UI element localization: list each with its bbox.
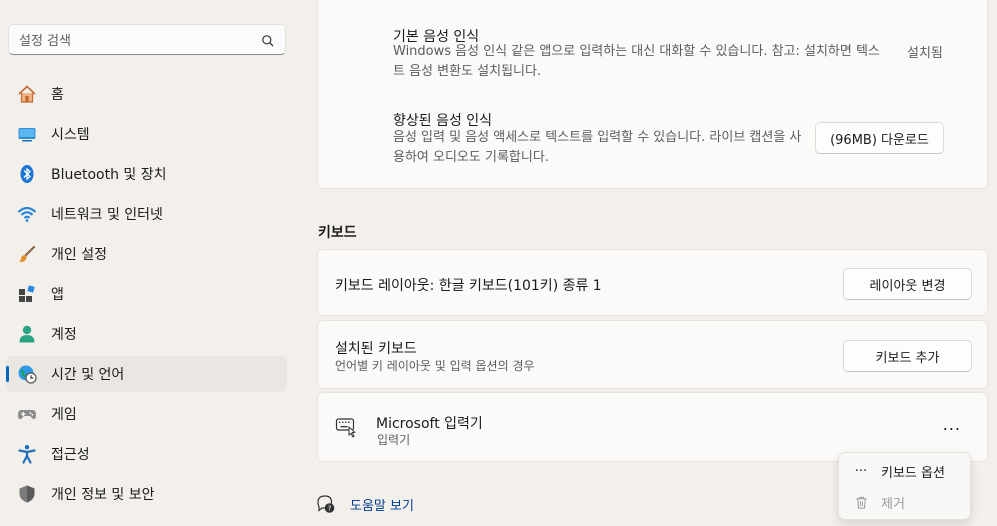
bluetooth-icon <box>17 164 37 184</box>
sidebar-item-accounts[interactable]: 계정 <box>6 316 287 352</box>
more-options-button[interactable]: ... <box>943 415 961 434</box>
installed-keyboards-subtitle: 언어별 키 레이아웃 및 입력 옵션의 경우 <box>335 359 535 373</box>
search-input[interactable]: 설정 검색 <box>19 30 261 49</box>
menu-item-keyboard-options[interactable]: ··· 키보드 옵션 <box>851 459 945 483</box>
sidebar-item-label: 개인 설정 <box>51 247 107 263</box>
gamepad-icon <box>17 404 37 424</box>
sidebar-item-time-language[interactable]: 시간 및 언어 <box>6 356 287 392</box>
sidebar-item-accessibility[interactable]: 접근성 <box>6 436 287 472</box>
account-icon <box>17 324 37 344</box>
search-icon[interactable] <box>261 33 275 47</box>
sidebar-item-personalization[interactable]: 개인 설정 <box>6 236 287 272</box>
sidebar-item-gaming[interactable]: 게임 <box>6 396 287 432</box>
sidebar-item-label: 개인 정보 및 보안 <box>51 487 155 503</box>
more-horizontal-icon: ··· <box>854 463 868 479</box>
menu-item-label: 키보드 옵션 <box>881 465 945 481</box>
keyboard-section-title: 키보드 <box>318 225 357 241</box>
sidebar: 설정 검색 홈 시스템 Bluetooth 및 장치 네트워크 및 인터넷 개인… <box>0 0 300 526</box>
sidebar-item-system[interactable]: 시스템 <box>6 116 287 152</box>
nav-list: 홈 시스템 Bluetooth 및 장치 네트워크 및 인터넷 개인 설정 앱 … <box>6 76 287 516</box>
sidebar-item-label: 시간 및 언어 <box>51 367 125 383</box>
change-layout-button[interactable]: 레이아웃 변경 <box>843 268 972 300</box>
add-keyboard-button[interactable]: 키보드 추가 <box>843 340 972 372</box>
globe-clock-icon <box>17 364 37 384</box>
sidebar-item-network[interactable]: 네트워크 및 인터넷 <box>6 196 287 232</box>
system-icon <box>17 124 37 144</box>
basic-speech-description: Windows 음성 인식 같은 앱으로 입력하는 대신 대화할 수 있습니다.… <box>393 42 883 82</box>
sidebar-item-label: 네트워크 및 인터넷 <box>51 207 163 223</box>
sidebar-item-label: 시스템 <box>51 127 90 143</box>
sidebar-item-apps[interactable]: 앱 <box>6 276 287 312</box>
sidebar-item-privacy-security[interactable]: 개인 정보 및 보안 <box>6 476 287 512</box>
keyboard-layout-card: 키보드 레이아웃: 한글 키보드(101키) 종류 1 레이아웃 변경 <box>317 249 988 316</box>
help-link[interactable]: ? 도움말 보기 <box>316 494 414 514</box>
ime-title: Microsoft 입력기 <box>376 416 483 432</box>
shield-icon <box>17 484 37 504</box>
ime-subtitle: 입력기 <box>377 433 411 447</box>
svg-text:?: ? <box>328 505 332 513</box>
enhanced-speech-description: 음성 입력 및 음성 액세스로 텍스트를 입력할 수 있습니다. 라이브 캡션을… <box>393 130 802 165</box>
accessibility-icon <box>17 444 37 464</box>
installed-keyboards-title: 설치된 키보드 <box>335 341 417 357</box>
help-icon: ? <box>316 494 336 514</box>
brush-icon <box>17 244 37 264</box>
apps-icon <box>17 284 37 304</box>
menu-item-label: 제거 <box>881 496 905 512</box>
home-icon <box>17 84 37 104</box>
basic-speech-status: 설치됨 <box>903 42 943 61</box>
sidebar-item-bluetooth[interactable]: Bluetooth 및 장치 <box>6 156 287 192</box>
menu-item-remove[interactable]: 제거 <box>851 490 905 514</box>
sidebar-item-label: 앱 <box>51 287 64 303</box>
trash-icon <box>851 495 871 510</box>
download-button[interactable]: (96MB) 다운로드 <box>815 122 944 154</box>
installed-keyboards-card: 설치된 키보드 언어별 키 레이아웃 및 입력 옵션의 경우 키보드 추가 <box>317 320 988 389</box>
search-box[interactable]: 설정 검색 <box>8 24 286 55</box>
keyboard-layout-label: 키보드 레이아웃: 한글 키보드(101키) 종류 1 <box>335 278 602 294</box>
sidebar-item-label: 계정 <box>51 327 77 343</box>
keyboard-icon <box>335 416 357 438</box>
sidebar-item-home[interactable]: 홈 <box>6 76 287 112</box>
sidebar-item-label: 접근성 <box>51 447 90 463</box>
wifi-icon <box>17 204 37 224</box>
speech-recognition-card: 기본 음성 인식 Windows 음성 인식 같은 앱으로 입력하는 대신 대화… <box>317 0 988 189</box>
basic-speech-description-text: Windows 음성 인식 같은 앱으로 입력하는 대신 대화할 수 있습니다.… <box>393 44 880 79</box>
sidebar-item-label: 홈 <box>51 87 64 103</box>
ime-context-menu: ··· 키보드 옵션 제거 <box>838 452 971 520</box>
sidebar-item-label: 게임 <box>51 407 77 423</box>
help-label[interactable]: 도움말 보기 <box>350 495 414 514</box>
enhanced-speech-title: 향상된 음성 인식 <box>393 113 493 129</box>
sidebar-item-label: Bluetooth 및 장치 <box>51 167 167 183</box>
